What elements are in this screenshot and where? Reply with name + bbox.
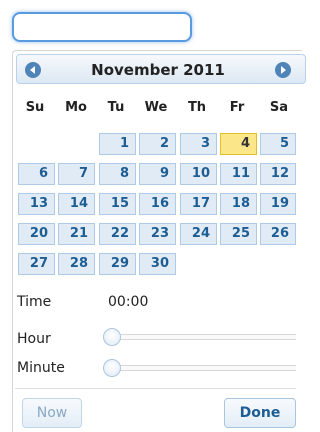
day-cell[interactable]: 29	[99, 253, 136, 275]
minute-slider-handle[interactable]	[103, 359, 121, 377]
day-cell[interactable]: 8	[99, 163, 136, 185]
calendar-header: November 2011	[16, 54, 306, 84]
chevron-right-icon	[281, 66, 286, 74]
day-cell[interactable]: 6	[18, 163, 55, 185]
day-cell[interactable]: 24	[180, 223, 217, 245]
day-cell[interactable]: 14	[58, 193, 95, 215]
day-cell[interactable]: 16	[139, 193, 176, 215]
day-cell[interactable]: 5	[260, 133, 296, 155]
day-cell[interactable]: 28	[58, 253, 95, 275]
day-cell[interactable]: 1	[99, 133, 136, 155]
day-cell[interactable]: 18	[220, 193, 257, 215]
weekday-fr: Fr	[229, 100, 245, 115]
button-pane-divider	[15, 388, 296, 389]
chevron-left-icon	[30, 66, 35, 74]
hour-label: Hour	[17, 331, 51, 347]
day-cell[interactable]: 26	[260, 223, 296, 245]
day-cell[interactable]: 21	[58, 223, 95, 245]
done-button[interactable]: Done	[224, 398, 296, 428]
day-cell[interactable]: 27	[18, 253, 55, 275]
weekday-tu: Tu	[107, 100, 125, 115]
next-month-button[interactable]	[275, 62, 291, 78]
weekday-sa: Sa	[269, 100, 289, 115]
day-cell[interactable]: 11	[220, 163, 257, 185]
day-cell[interactable]: 10	[180, 163, 217, 185]
day-cell[interactable]: 19	[260, 193, 296, 215]
weekday-mo: Mo	[65, 100, 87, 115]
day-cell[interactable]: 12	[260, 163, 296, 185]
day-cell[interactable]: 25	[220, 223, 257, 245]
weekday-we: We	[144, 100, 168, 115]
weekday-th: Th	[187, 100, 207, 115]
day-cell[interactable]: 3	[180, 133, 217, 155]
weekday-su: Su	[25, 100, 45, 115]
time-value: 00:00	[108, 294, 149, 310]
minute-label: Minute	[17, 360, 65, 376]
minute-slider-track[interactable]	[110, 365, 296, 371]
day-cell-today[interactable]: 4	[220, 133, 257, 155]
day-cell[interactable]: 2	[139, 133, 176, 155]
hour-slider-track[interactable]	[110, 334, 296, 340]
day-cell[interactable]: 22	[99, 223, 136, 245]
day-cell[interactable]: 20	[18, 223, 55, 245]
day-cell[interactable]: 30	[139, 253, 176, 275]
day-cell[interactable]: 23	[139, 223, 176, 245]
day-cell[interactable]: 13	[18, 193, 55, 215]
prev-month-button[interactable]	[25, 62, 41, 78]
time-label: Time	[17, 294, 52, 310]
day-cell[interactable]: 15	[99, 193, 136, 215]
hour-slider-handle[interactable]	[103, 328, 121, 346]
now-button[interactable]: Now	[22, 398, 82, 428]
day-cell[interactable]: 17	[180, 193, 217, 215]
day-cell[interactable]: 7	[58, 163, 95, 185]
month-title: November 2011	[91, 61, 225, 79]
day-cell[interactable]: 9	[139, 163, 176, 185]
date-input[interactable]	[12, 12, 192, 42]
